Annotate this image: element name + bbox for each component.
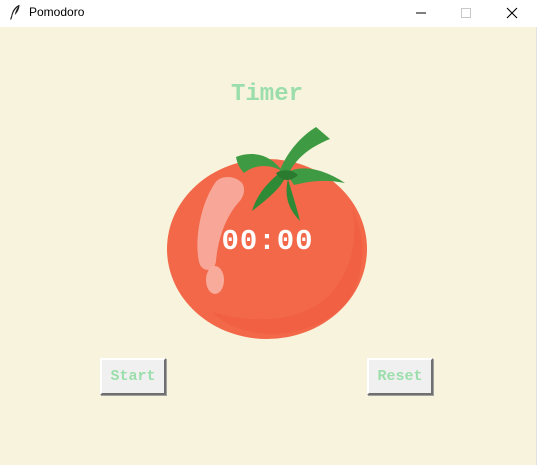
start-button[interactable]: Start — [100, 358, 166, 395]
minimize-icon — [415, 4, 427, 23]
minimize-button[interactable] — [398, 0, 444, 27]
maximize-button[interactable] — [443, 0, 489, 27]
feather-icon — [9, 4, 21, 20]
reset-button[interactable]: Reset — [367, 358, 433, 395]
title-bar[interactable]: Pomodoro — [0, 0, 537, 27]
app-client-area: Timer 00:00 Start Reset — [0, 27, 536, 465]
window-title: Pomodoro — [29, 5, 85, 19]
timer-display: 00:00 — [221, 225, 314, 258]
close-icon — [506, 4, 518, 23]
app-window: Pomodoro Timer 00:00 Start Reset — [0, 0, 537, 465]
maximize-icon — [460, 4, 472, 23]
timer-heading: Timer — [230, 81, 303, 108]
close-button[interactable] — [489, 0, 535, 27]
